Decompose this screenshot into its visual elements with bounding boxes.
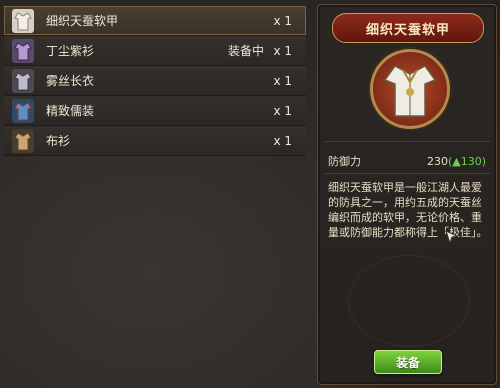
divider: [324, 141, 490, 142]
item-detail-panel: 细织天蚕软甲 防御力 230(▲130) 细织天蚕软甲是一般江湖人最爱的防具之一…: [317, 4, 497, 385]
stat-bonus-value: (▲130): [447, 154, 486, 168]
equip-button[interactable]: 装备: [374, 350, 442, 374]
list-item[interactable]: 精致儒装 x 1: [4, 96, 306, 126]
inventory-list: 细织天蚕软甲 x 1 丁尘紫衫 装备中 x 1 雾丝长衣 x 1 精致儒装 x …: [4, 6, 306, 156]
defense-stat: 防御力 230(▲130): [328, 151, 486, 171]
inventory-empty-area: [4, 156, 306, 382]
robe-white-icon: [12, 8, 34, 33]
item-name: 细织天蚕软甲: [46, 14, 119, 28]
item-quantity: x 1: [273, 103, 292, 118]
divider: [324, 173, 490, 174]
list-item[interactable]: 丁尘紫衫 装备中 x 1: [4, 36, 306, 66]
item-quantity: x 1: [273, 43, 292, 58]
item-description: 细织天蚕软甲是一般江湖人最爱的防具之一，用约五成的天蚕丝编织而成的软甲，无论价格…: [328, 181, 488, 239]
item-title-banner: 细织天蚕软甲: [332, 13, 484, 43]
stat-value: 230(▲130): [427, 155, 486, 168]
robe-grey-icon: [12, 68, 34, 93]
list-item[interactable]: 细织天蚕软甲 x 1: [4, 6, 306, 36]
item-portrait: [370, 49, 450, 129]
list-item[interactable]: 雾丝长衣 x 1: [4, 66, 306, 96]
item-status: 装备中: [227, 44, 264, 58]
item-quantity: x 1: [273, 13, 292, 28]
item-quantity: x 1: [273, 133, 292, 148]
robe-brown-icon: [12, 128, 34, 153]
item-title: 细织天蚕软甲: [365, 22, 450, 38]
item-name: 丁尘紫衫: [46, 44, 95, 58]
equip-button-label: 装备: [395, 355, 420, 370]
dragon-ornament: [348, 255, 470, 347]
item-quantity: x 1: [273, 73, 292, 88]
robe-white-icon: [383, 65, 437, 117]
item-name: 雾丝长衣: [46, 74, 95, 88]
item-name: 精致儒装: [46, 104, 95, 118]
stat-base-value: 230: [426, 154, 448, 168]
robe-purple-icon: [12, 38, 34, 63]
mouse-cursor-icon: [445, 230, 459, 245]
stat-label: 防御力: [328, 155, 361, 168]
item-name: 布衫: [46, 134, 71, 148]
game-window: 细织天蚕软甲 x 1 丁尘紫衫 装备中 x 1 雾丝长衣 x 1 精致儒装 x …: [0, 0, 500, 388]
list-item[interactable]: 布衫 x 1: [4, 126, 306, 156]
robe-blue-icon: [12, 98, 34, 123]
